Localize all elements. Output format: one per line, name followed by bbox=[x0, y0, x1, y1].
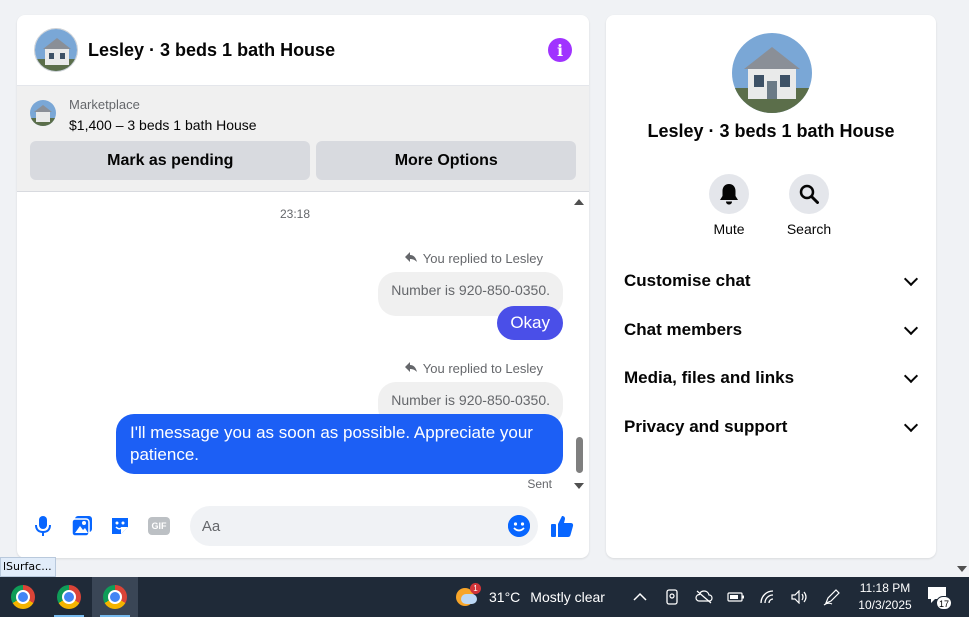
message-input-box[interactable] bbox=[189, 506, 538, 546]
thumbs-up-icon[interactable] bbox=[550, 514, 574, 538]
bell-icon[interactable] bbox=[709, 174, 749, 214]
listing-title[interactable]: $1,400 – 3 beds 1 bath House bbox=[69, 114, 257, 136]
speaker-icon[interactable] bbox=[784, 577, 816, 617]
battery-icon[interactable] bbox=[720, 577, 752, 617]
cloud-off-icon[interactable] bbox=[688, 577, 720, 617]
marketplace-banner: Marketplace $1,400 – 3 beds 1 bath House… bbox=[17, 86, 589, 192]
mark-as-pending-button[interactable]: Mark as pending bbox=[30, 141, 311, 180]
temperature: 31°C bbox=[489, 589, 521, 605]
chat-title[interactable]: Lesley · 3 beds 1 bath House bbox=[88, 40, 548, 61]
reply-label: You replied to Lesley bbox=[404, 361, 543, 376]
clock-date: 10/3/2025 bbox=[858, 598, 912, 612]
search-icon[interactable] bbox=[789, 174, 829, 214]
message-composer: GIF bbox=[17, 505, 589, 547]
weather-widget[interactable]: 1 31°C Mostly clear bbox=[456, 577, 605, 617]
chrome-icon bbox=[103, 585, 127, 609]
section-customise-chat[interactable]: Customise chat bbox=[624, 257, 920, 306]
system-clock[interactable]: 11:18 PM 10/3/2025 bbox=[852, 580, 918, 614]
chat-panel: Lesley · 3 beds 1 bath House i Marketpla… bbox=[17, 15, 589, 558]
search-action[interactable]: Search bbox=[786, 174, 832, 237]
section-chat-members[interactable]: Chat members bbox=[624, 306, 920, 355]
reply-label: You replied to Lesley bbox=[404, 251, 543, 266]
chat-header: Lesley · 3 beds 1 bath House i bbox=[17, 15, 589, 86]
reply-arrow-icon bbox=[404, 251, 418, 266]
info-sections: Customise chat Chat members Media, files… bbox=[624, 257, 920, 451]
system-tray bbox=[624, 577, 848, 617]
mute-action[interactable]: Mute bbox=[709, 174, 749, 237]
taskbar-tooltip: lSurfac... bbox=[0, 557, 56, 577]
scroll-up-arrow-icon[interactable] bbox=[574, 199, 584, 205]
photo-icon[interactable] bbox=[70, 514, 94, 538]
message-input[interactable] bbox=[201, 517, 508, 535]
contact-avatar[interactable] bbox=[34, 28, 78, 72]
taskbar: 1 31°C Mostly clear 11:18 PM 10/3/2025 1… bbox=[0, 577, 969, 617]
info-icon[interactable]: i bbox=[548, 38, 572, 62]
chrome-icon bbox=[57, 585, 81, 609]
microphone-icon[interactable] bbox=[31, 514, 55, 538]
taskbar-chrome-app[interactable] bbox=[0, 577, 46, 617]
clock-time: 11:18 PM bbox=[859, 581, 911, 595]
info-title: Lesley · 3 beds 1 bath House bbox=[647, 121, 895, 141]
message-bubble[interactable]: Okay bbox=[497, 306, 563, 340]
more-options-button[interactable]: More Options bbox=[316, 141, 576, 180]
sticker-icon[interactable] bbox=[108, 514, 132, 538]
chevron-down-icon bbox=[903, 320, 919, 335]
weather-badge: 1 bbox=[470, 583, 481, 594]
marketplace-label: Marketplace bbox=[69, 97, 140, 112]
weather-icon: 1 bbox=[456, 583, 481, 608]
chevron-down-icon bbox=[903, 272, 919, 287]
message-status: Sent bbox=[527, 477, 552, 491]
scroll-down-arrow-icon[interactable] bbox=[574, 483, 584, 489]
section-privacy-support[interactable]: Privacy and support bbox=[624, 403, 920, 452]
chevron-up-icon[interactable] bbox=[624, 577, 656, 617]
weather-condition: Mostly clear bbox=[530, 589, 605, 605]
scroll-down-arrow-icon[interactable] bbox=[957, 566, 967, 572]
message-scrollbar[interactable] bbox=[574, 199, 584, 489]
chevron-down-icon bbox=[903, 417, 919, 432]
taskbar-chrome-profile-app-active[interactable] bbox=[92, 577, 138, 617]
page-scrollbar[interactable] bbox=[954, 0, 969, 577]
chat-info-panel: Lesley · 3 beds 1 bath House Mute Search… bbox=[606, 15, 936, 558]
gif-icon[interactable]: GIF bbox=[147, 514, 171, 538]
mute-label: Mute bbox=[713, 221, 745, 237]
search-label: Search bbox=[786, 221, 832, 237]
notification-center[interactable]: 17 bbox=[927, 586, 952, 610]
section-media-files-links[interactable]: Media, files and links bbox=[624, 354, 920, 403]
message-bubble[interactable]: I'll message you as soon as possible. Ap… bbox=[116, 414, 563, 474]
info-actions: Mute Search bbox=[709, 174, 832, 237]
chevron-down-icon bbox=[903, 369, 919, 384]
reply-arrow-icon bbox=[404, 361, 418, 376]
chrome-icon bbox=[11, 585, 35, 609]
taskbar-chrome-profile-app[interactable] bbox=[46, 577, 92, 617]
pen-icon[interactable] bbox=[816, 577, 848, 617]
camera-icon[interactable] bbox=[656, 577, 688, 617]
message-thread: 23:18 You replied to Lesley Number is 92… bbox=[17, 193, 589, 493]
scroll-thumb[interactable] bbox=[576, 437, 583, 473]
message-timestamp: 23:18 bbox=[279, 207, 311, 221]
listing-thumbnail[interactable] bbox=[30, 100, 56, 126]
emoji-icon[interactable] bbox=[508, 515, 530, 537]
notification-count: 17 bbox=[936, 596, 952, 610]
wifi-icon[interactable] bbox=[752, 577, 784, 617]
info-avatar[interactable] bbox=[732, 33, 812, 113]
